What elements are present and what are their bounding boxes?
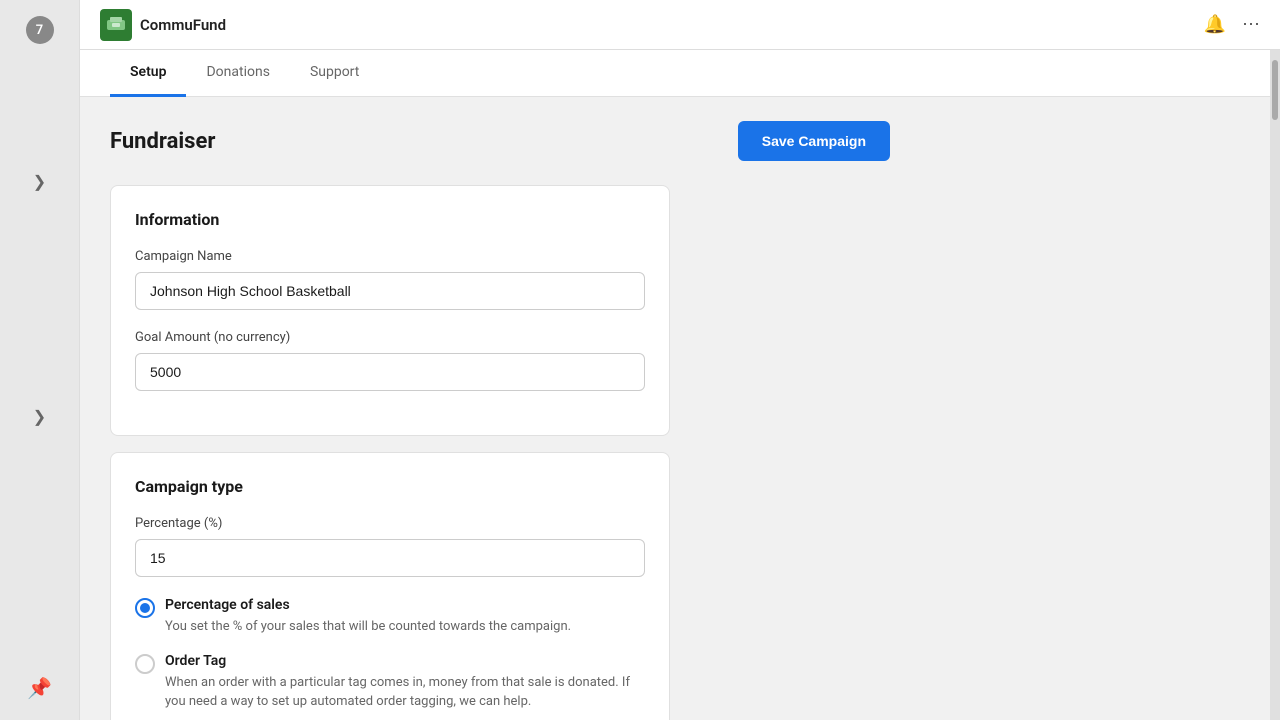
radio-order-tag-label: Order Tag (165, 653, 645, 669)
sidebar-badge: 7 (26, 16, 54, 44)
sidebar-expand-top[interactable]: ❯ (25, 164, 54, 199)
page-content: Setup Donations Support Fundraiser Save … (80, 50, 1270, 720)
radio-order-tag-button[interactable] (135, 654, 155, 674)
sidebar-pin-icon[interactable]: 📌 (27, 676, 52, 700)
goal-amount-input[interactable] (135, 353, 645, 391)
notification-icon[interactable]: 🔔 (1204, 14, 1226, 35)
tab-setup[interactable]: Setup (110, 50, 186, 97)
save-campaign-button[interactable]: Save Campaign (738, 121, 890, 161)
campaign-name-label: Campaign Name (135, 249, 645, 264)
percentage-group: Percentage (%) (135, 516, 645, 577)
main-wrapper: CommuFund 🔔 ⋯ Setup Donations Support Fu… (80, 0, 1280, 720)
page-body: Fundraiser Save Campaign Information Cam… (80, 97, 980, 720)
tab-donations[interactable]: Donations (186, 50, 289, 97)
campaign-type-card: Campaign type Percentage (%) Percentage … (110, 452, 670, 720)
page-header-row: Fundraiser Save Campaign (110, 121, 950, 161)
information-card: Information Campaign Name Goal Amount (n… (110, 185, 670, 436)
app-header: CommuFund 🔔 ⋯ (80, 0, 1280, 50)
radio-percentage-label: Percentage of sales (165, 597, 645, 613)
content-area: Setup Donations Support Fundraiser Save … (80, 50, 1280, 720)
campaign-name-input[interactable] (135, 272, 645, 310)
logo-area: CommuFund (100, 9, 1204, 41)
scrollbar-thumb[interactable] (1272, 60, 1278, 120)
page-title: Fundraiser (110, 129, 215, 154)
tabs-bar: Setup Donations Support (80, 50, 1270, 97)
sidebar-expand-mid[interactable]: ❯ (25, 399, 54, 434)
sidebar: 7 ❯ ❯ 📌 (0, 0, 80, 720)
tab-support[interactable]: Support (290, 50, 379, 97)
percentage-input[interactable] (135, 539, 645, 577)
radio-percentage-desc: You set the % of your sales that will be… (165, 617, 645, 637)
radio-order-tag-desc: When an order with a particular tag come… (165, 673, 645, 712)
radio-percentage-label-area: Percentage of sales You set the % of you… (165, 597, 645, 637)
radio-percentage-button[interactable] (135, 598, 155, 618)
radio-option-order-tag: Order Tag When an order with a particula… (135, 653, 645, 712)
campaign-name-group: Campaign Name (135, 249, 645, 310)
goal-amount-label: Goal Amount (no currency) (135, 330, 645, 345)
goal-amount-group: Goal Amount (no currency) (135, 330, 645, 391)
information-card-title: Information (135, 210, 645, 229)
radio-option-percentage: Percentage of sales You set the % of you… (135, 597, 645, 637)
header-actions: 🔔 ⋯ (1204, 14, 1260, 35)
radio-order-tag-label-area: Order Tag When an order with a particula… (165, 653, 645, 712)
more-options-icon[interactable]: ⋯ (1242, 14, 1260, 35)
app-logo-icon (100, 9, 132, 41)
app-name: CommuFund (140, 16, 226, 34)
scrollbar-track (1270, 50, 1280, 720)
campaign-type-radio-group: Percentage of sales You set the % of you… (135, 597, 645, 712)
campaign-type-title: Campaign type (135, 477, 645, 496)
percentage-label: Percentage (%) (135, 516, 645, 531)
